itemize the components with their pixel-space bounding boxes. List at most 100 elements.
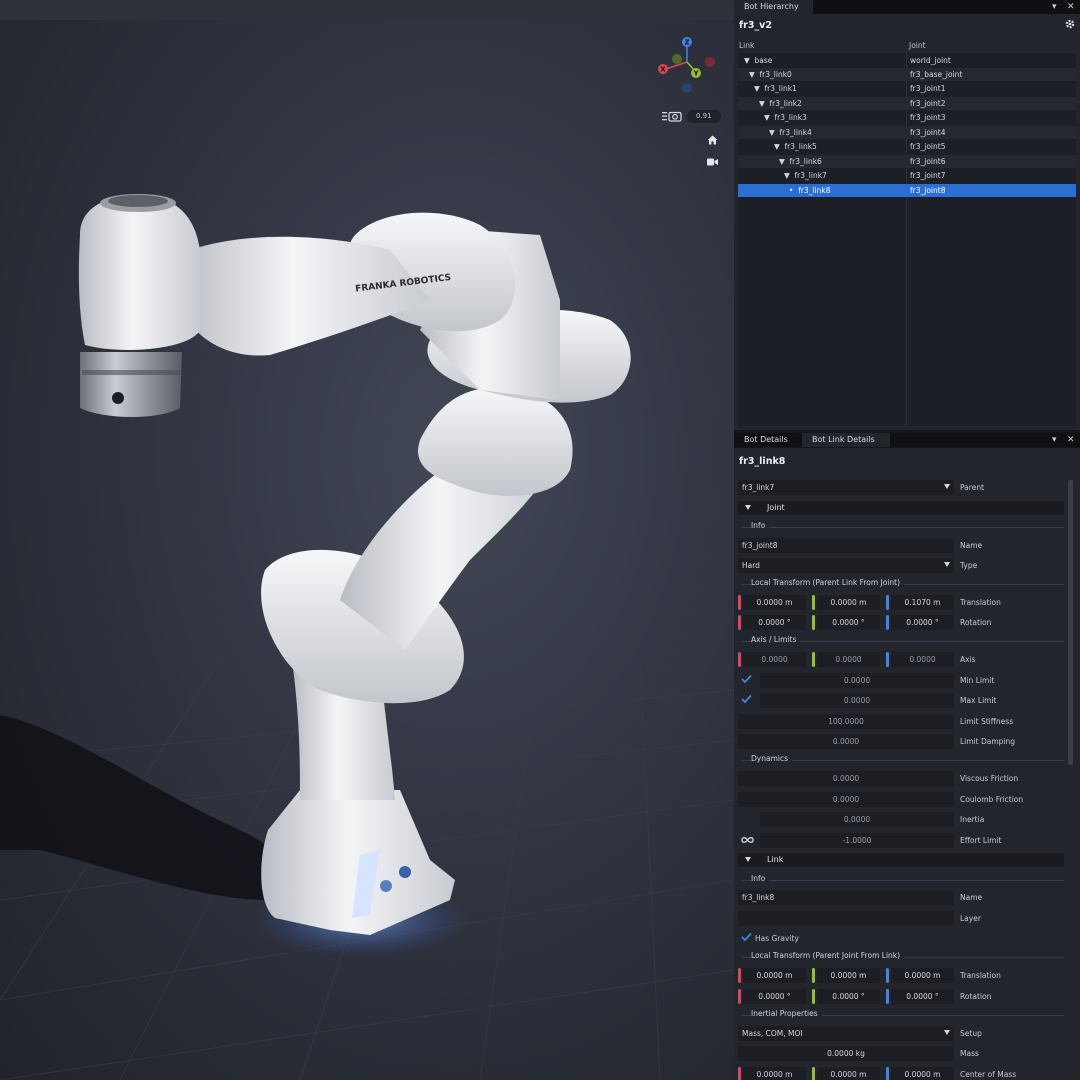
link-name-row: fr3_link8 Name xyxy=(738,889,1064,906)
coulomb-friction-input[interactable]: 0.0000 xyxy=(738,792,954,807)
link-rotation-x[interactable]: 0.0000 ° xyxy=(743,989,806,1004)
panel-menu-icon[interactable]: ▾ xyxy=(1052,433,1057,447)
chevron-down-icon xyxy=(944,1030,950,1035)
joint-translation-y[interactable]: 0.0000 m xyxy=(817,595,880,610)
axis-gizmo[interactable]: Z X Y xyxy=(652,32,722,94)
robot-shadow xyxy=(0,715,299,900)
panel-menu-icon[interactable]: ▾ xyxy=(1052,0,1057,14)
limit-damping-input[interactable]: 0.0000 xyxy=(738,734,954,749)
gizmo-y-label: Y xyxy=(692,70,699,78)
home-view-button[interactable] xyxy=(705,133,719,147)
min-limit-input[interactable]: 0.0000 xyxy=(760,673,954,688)
viscous-friction-row: 0.0000 Viscous Friction xyxy=(738,770,1064,787)
chevron-down-icon xyxy=(944,562,950,567)
tree-row[interactable]: ▼ base world_joint xyxy=(738,54,1076,67)
layer-input[interactable] xyxy=(738,911,954,926)
joint-name-row: fr3_joint8 Name xyxy=(738,537,1064,554)
checkmark-icon[interactable] xyxy=(741,694,752,704)
joint-info-group: Info xyxy=(738,521,1064,533)
effort-limit-input[interactable]: -1.0000 xyxy=(760,833,954,848)
chevron-down-icon xyxy=(944,484,950,489)
joint-translation-x[interactable]: 0.0000 m xyxy=(743,595,806,610)
tab-bot-hierarchy[interactable]: Bot Hierarchy xyxy=(734,0,813,14)
gizmo-z-label: Z xyxy=(684,39,689,47)
axis-limits-group: Axis / Limits xyxy=(738,635,1064,647)
tree-row[interactable]: ▼ fr3_link3 fr3_joint3 xyxy=(738,111,1076,124)
checkmark-icon[interactable] xyxy=(741,932,752,942)
gear-icon[interactable] xyxy=(1065,19,1075,29)
tree-row[interactable]: ▼ fr3_link7 fr3_joint7 xyxy=(738,169,1076,182)
joint-section-header[interactable]: Joint xyxy=(738,501,1064,515)
has-gravity-label: Has Gravity xyxy=(755,934,799,943)
record-video-button[interactable] xyxy=(705,155,719,169)
gizmo-x-label: X xyxy=(660,66,666,74)
com-y[interactable]: 0.0000 m xyxy=(817,1067,880,1080)
axis-z[interactable]: 0.0000 xyxy=(891,652,954,667)
com-x[interactable]: 0.0000 m xyxy=(743,1067,806,1080)
inertia-input[interactable]: 0.0000 xyxy=(760,812,954,827)
tree-row[interactable]: ▼ fr3_link4 fr3_joint4 xyxy=(738,126,1076,139)
scene-render: FRANKA ROBOTICS xyxy=(0,194,734,1080)
tree-row[interactable]: ▼ fr3_link5 fr3_joint5 xyxy=(738,140,1076,153)
tree-row[interactable]: ▼ fr3_link1 fr3_joint1 xyxy=(738,82,1076,95)
joint-rotation-y[interactable]: 0.0000 ° xyxy=(817,615,880,630)
link-rotation-y[interactable]: 0.0000 ° xyxy=(817,989,880,1004)
viewport-toolbar xyxy=(0,0,734,20)
setup-select[interactable]: Mass, COM, MOI xyxy=(738,1026,954,1041)
axis-x[interactable]: 0.0000 xyxy=(743,652,806,667)
joint-name-input[interactable]: fr3_joint8 xyxy=(738,538,954,553)
joint-translation-z[interactable]: 0.1070 m xyxy=(891,595,954,610)
tree-row[interactable]: ▼ fr3_link2 fr3_joint2 xyxy=(738,97,1076,110)
right-panels: Bot Hierarchy ▾ ✕ fr3_v2 Link Joint ▼ ba… xyxy=(734,0,1080,1080)
link-name-input[interactable]: fr3_link8 xyxy=(738,890,954,905)
viscous-friction-input[interactable]: 0.0000 xyxy=(738,771,954,786)
link-translation-row: 0.0000 m 0.0000 m 0.0000 m Translation xyxy=(738,967,1064,984)
camera-speed-value[interactable]: 0.91 xyxy=(687,109,721,123)
joint-rotation-z[interactable]: 0.0000 ° xyxy=(891,615,954,630)
3d-viewport[interactable]: FRANKA ROBOTICS Z X Y 0.91 xyxy=(0,0,734,1080)
link-translation-y[interactable]: 0.0000 m xyxy=(817,968,880,983)
link-rotation-z[interactable]: 0.0000 ° xyxy=(891,989,954,1004)
dynamics-group: Dynamics xyxy=(738,754,1064,766)
link-transform-group: Local Transform (Parent Joint From Link) xyxy=(738,951,1064,963)
joint-translation-row: 0.0000 m 0.0000 m 0.1070 m Translation xyxy=(738,594,1064,611)
camera-speed-icon[interactable] xyxy=(662,110,682,122)
joint-type-select[interactable]: Hard xyxy=(738,558,954,573)
close-icon[interactable]: ✕ xyxy=(1067,0,1075,14)
axis-y[interactable]: 0.0000 xyxy=(817,652,880,667)
tree-row[interactable]: ▼ fr3_link6 fr3_joint6 xyxy=(738,155,1076,168)
link-rotation-row: 0.0000 ° 0.0000 ° 0.0000 ° Rotation xyxy=(738,988,1064,1005)
limit-stiffness-row: 100.0000 Limit Stiffness xyxy=(738,713,1064,730)
joint-rotation-x[interactable]: 0.0000 ° xyxy=(743,615,806,630)
details-scrollbar[interactable] xyxy=(1068,480,1073,765)
min-limit-row: 0.0000 Min Limit xyxy=(738,672,1064,689)
effort-limit-row: -1.0000 Effort Limit xyxy=(738,832,1064,849)
camera-speed-control[interactable]: 0.91 xyxy=(662,109,721,123)
parent-row: fr3_link7 Parent xyxy=(738,479,1064,496)
video-camera-icon xyxy=(706,158,718,166)
mass-input[interactable]: 0.0000 kg xyxy=(738,1046,954,1061)
link-translation-x[interactable]: 0.0000 m xyxy=(743,968,806,983)
hierarchy-tabbar: Bot Hierarchy ▾ ✕ xyxy=(734,0,1080,14)
robot-name-title: fr3_v2 xyxy=(739,20,772,31)
close-icon[interactable]: ✕ xyxy=(1067,433,1075,447)
limit-stiffness-input[interactable]: 100.0000 xyxy=(738,714,954,729)
axis-row: 0.0000 0.0000 0.0000 Axis xyxy=(738,651,1064,668)
column-link[interactable]: Link xyxy=(739,41,754,50)
column-joint[interactable]: Joint xyxy=(909,41,926,50)
link-title: fr3_link8 xyxy=(739,456,786,467)
tab-bot-link-details[interactable]: Bot Link Details xyxy=(802,433,890,447)
joint-type-row: Hard Type xyxy=(738,557,1064,574)
tree-row-selected[interactable]: • fr3_link8 fr3_joint8 xyxy=(738,184,1076,197)
link-translation-z[interactable]: 0.0000 m xyxy=(891,968,954,983)
tree-column-header: Link Joint xyxy=(738,40,1076,52)
tree-row[interactable]: ▼ fr3_link0 fr3_base_joint xyxy=(738,68,1076,81)
parent-select[interactable]: fr3_link7 xyxy=(738,480,954,495)
max-limit-input[interactable]: 0.0000 xyxy=(760,693,954,708)
link-section-header[interactable]: Link xyxy=(738,853,1064,867)
com-z[interactable]: 0.0000 m xyxy=(891,1067,954,1080)
tab-bot-details[interactable]: Bot Details xyxy=(734,433,802,447)
checkmark-icon[interactable] xyxy=(741,674,752,684)
infinity-icon[interactable] xyxy=(741,836,754,844)
coulomb-friction-row: 0.0000 Coulomb Friction xyxy=(738,791,1064,808)
